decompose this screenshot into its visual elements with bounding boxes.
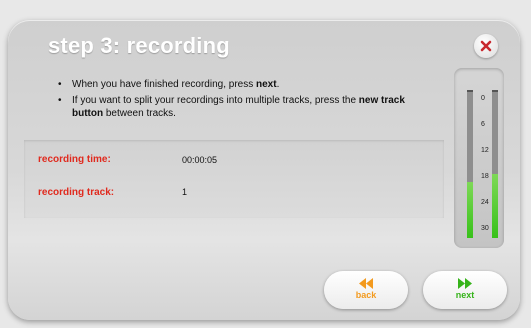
recording-track-label: recording track: bbox=[38, 187, 115, 198]
back-button[interactable]: back bbox=[324, 271, 408, 309]
instruction-item: When you have finished recording, press … bbox=[58, 78, 418, 91]
meter-scale-label: 18 bbox=[481, 173, 489, 180]
meter-scale-label: 6 bbox=[481, 121, 485, 128]
instructions-list: When you have finished recording, press … bbox=[58, 78, 418, 123]
level-meter: 0 6 12 18 24 30 bbox=[454, 68, 504, 248]
recording-track-value: 1 bbox=[182, 187, 188, 197]
meter-scale-label: 30 bbox=[481, 225, 489, 232]
meter-scale-label: 0 bbox=[481, 95, 485, 102]
next-button[interactable]: next bbox=[423, 271, 507, 309]
recording-time-value: 00:00:05 bbox=[182, 155, 218, 165]
close-x-icon bbox=[480, 40, 492, 52]
next-label: next bbox=[455, 290, 475, 300]
meter-scale-label: 12 bbox=[481, 147, 489, 154]
rewind-icon bbox=[359, 278, 373, 289]
meter-scale-label: 24 bbox=[481, 199, 489, 206]
dialog-title: step 3: recording bbox=[48, 33, 230, 58]
left-channel-level bbox=[467, 181, 473, 238]
left-channel-bar bbox=[467, 90, 473, 238]
instruction-item: If you want to split your recordings int… bbox=[58, 94, 418, 120]
back-label: back bbox=[355, 290, 377, 300]
right-channel-level bbox=[492, 174, 498, 238]
recording-time-label: recording time: bbox=[38, 154, 111, 165]
recording-info-panel bbox=[24, 140, 444, 218]
right-channel-bar bbox=[492, 90, 498, 238]
fast-forward-icon bbox=[458, 278, 472, 289]
close-button[interactable] bbox=[474, 34, 498, 58]
